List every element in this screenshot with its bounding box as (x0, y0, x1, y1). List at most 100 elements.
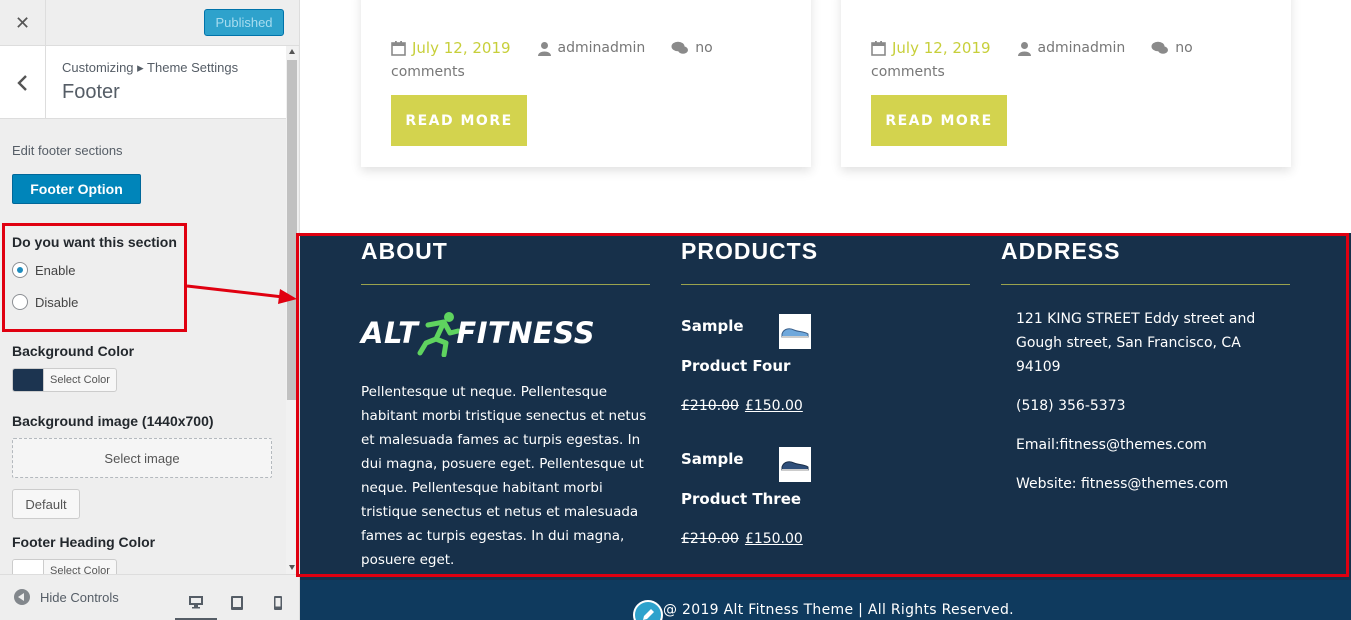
read-more-button[interactable]: READ MORE (391, 95, 527, 146)
breadcrumb: Customizing ▸ Theme Settings (62, 60, 239, 75)
background-color-label: Background Color (12, 343, 135, 359)
address-website: Website: fitness@themes.com (1016, 476, 1229, 492)
old-price: £210.00 (681, 531, 739, 547)
scroll-up-arrow-icon[interactable] (289, 49, 295, 54)
product-item[interactable]: Sample Product Four £210.00 £150.00 (681, 310, 970, 443)
customizer-header: ✕ Published (0, 0, 299, 46)
product-item[interactable]: Sample Product Three £210.00 £150.00 (681, 443, 970, 576)
product-thumbnail[interactable] (779, 447, 811, 482)
calendar-icon (391, 40, 406, 56)
about-widget: ABOUT ALT FITNESS Pellentesque ut neque.… (361, 233, 650, 572)
select-image-button[interactable]: Select image (12, 438, 272, 478)
logo-text-left: ALT (361, 316, 419, 350)
customizer-sidebar: ✕ Published Customizing ▸ Theme Settings… (0, 0, 300, 620)
post-author-link[interactable]: adminadmin (558, 40, 646, 56)
runner-icon (417, 312, 461, 357)
disable-radio-label: Disable (35, 294, 79, 310)
background-color-picker[interactable]: Select Color (12, 368, 117, 392)
post-date-link[interactable]: July 12, 2019 (412, 39, 511, 57)
edit-shortcut-button[interactable] (633, 600, 663, 620)
controls-panel: Customizing ▸ Theme Settings Footer Edit… (0, 46, 286, 574)
address-widget: ADDRESS 121 KING STREET Eddy street and … (1001, 233, 1290, 492)
scrollbar-thumb[interactable] (287, 60, 297, 400)
sale-price: £150.00 (744, 531, 803, 547)
collapse-icon (14, 589, 30, 605)
heading-divider (361, 284, 650, 285)
address-email: Email:fitness@themes.com (1016, 437, 1207, 453)
select-color-button[interactable]: Select Color (44, 374, 116, 386)
sidebar-scrollbar[interactable] (286, 46, 298, 574)
close-icon: ✕ (14, 12, 31, 33)
calendar-icon (871, 40, 886, 56)
post-meta: July 12, 2019 adminadmin no (871, 39, 1193, 57)
chevron-left-icon (16, 74, 27, 91)
products-widget: PRODUCTS Sample Product Four £210.00 £150… (681, 233, 970, 576)
disable-radio-option[interactable]: Disable (12, 294, 78, 310)
product-name-line2[interactable]: Product Four (681, 357, 790, 375)
post-comments-link[interactable]: no (1175, 40, 1192, 56)
close-customizer-button[interactable]: ✕ (0, 0, 46, 46)
address-phone: (518) 356-5373 (1016, 398, 1126, 414)
post-comments-link[interactable]: no (695, 40, 712, 56)
copyright-bar: @ 2019 Alt Fitness Theme | All Rights Re… (300, 580, 1351, 620)
comments-icon (1151, 41, 1169, 54)
post-author-link[interactable]: adminadmin (1038, 40, 1126, 56)
user-icon (537, 41, 551, 56)
post-card: ............ July 12, 2019 adminadmin no… (841, 0, 1291, 167)
scroll-down-arrow-icon[interactable] (289, 565, 295, 570)
heading-divider (1001, 284, 1290, 285)
sale-price: £150.00 (744, 398, 803, 414)
footer-heading-color-swatch (13, 560, 44, 574)
mobile-preview-button[interactable] (257, 585, 299, 620)
post-date-link[interactable]: July 12, 2019 (892, 39, 991, 57)
site-footer: ABOUT ALT FITNESS Pellentesque ut neque.… (300, 233, 1351, 580)
hide-controls-button[interactable]: Hide Controls (14, 589, 119, 605)
published-button[interactable]: Published (204, 9, 284, 36)
address-street: 121 KING STREET Eddy street and Gough st… (1016, 311, 1256, 375)
read-more-button[interactable]: READ MORE (871, 95, 1007, 146)
post-comments-suffix: comments (871, 64, 945, 80)
product-price: £210.00 £150.00 (681, 398, 803, 414)
old-price: £210.00 (681, 398, 739, 414)
footer-option-button[interactable]: Footer Option (12, 174, 141, 204)
select-color-button[interactable]: Select Color (44, 565, 116, 574)
product-name-line1[interactable]: Sample (681, 450, 744, 468)
customizer-footer: Hide Controls (0, 574, 299, 620)
annotation-arrow-icon (186, 284, 297, 304)
product-thumbnail[interactable] (779, 314, 811, 349)
enable-radio-option[interactable]: Enable (12, 262, 75, 278)
app-window: ✕ Published Customizing ▸ Theme Settings… (0, 0, 1351, 620)
site-logo[interactable]: ALT FITNESS (361, 309, 650, 357)
about-heading: ABOUT (361, 238, 448, 264)
address-heading: ADDRESS (1001, 238, 1121, 264)
desktop-preview-button[interactable] (175, 585, 217, 620)
tablet-preview-button[interactable] (216, 585, 258, 620)
post-card: ............ July 12, 2019 adminadmin no… (361, 0, 811, 167)
enable-radio[interactable] (12, 262, 28, 278)
product-name-line1[interactable]: Sample (681, 317, 744, 335)
disable-radio[interactable] (12, 294, 28, 310)
product-price: £210.00 £150.00 (681, 531, 803, 547)
products-heading: PRODUCTS (681, 238, 819, 264)
background-color-swatch (13, 369, 44, 391)
comments-icon (671, 41, 689, 54)
back-button[interactable] (0, 46, 46, 119)
logo-text-right: FITNESS (456, 316, 596, 350)
section-description: Edit footer sections (12, 143, 123, 158)
heading-divider (681, 284, 970, 285)
desktop-icon (189, 595, 203, 608)
section-title-bar: Customizing ▸ Theme Settings Footer (0, 46, 286, 119)
default-button[interactable]: Default (12, 489, 80, 519)
copyright-text: @ 2019 Alt Fitness Theme | All Rights Re… (663, 602, 1014, 618)
hide-controls-label: Hide Controls (40, 589, 119, 605)
background-image-label: Background image (1440x700) (12, 413, 214, 429)
section-heading: Footer (62, 81, 120, 103)
shoe-icon (781, 460, 809, 471)
enable-radio-label: Enable (35, 262, 76, 278)
tablet-icon (231, 596, 243, 610)
post-meta: July 12, 2019 adminadmin no (391, 39, 713, 57)
post-comments-suffix: comments (391, 64, 465, 80)
footer-heading-color-picker[interactable]: Select Color (12, 559, 117, 574)
product-name-line2[interactable]: Product Three (681, 490, 801, 508)
about-text: Pellentesque ut neque. Pellentesque habi… (361, 384, 647, 568)
